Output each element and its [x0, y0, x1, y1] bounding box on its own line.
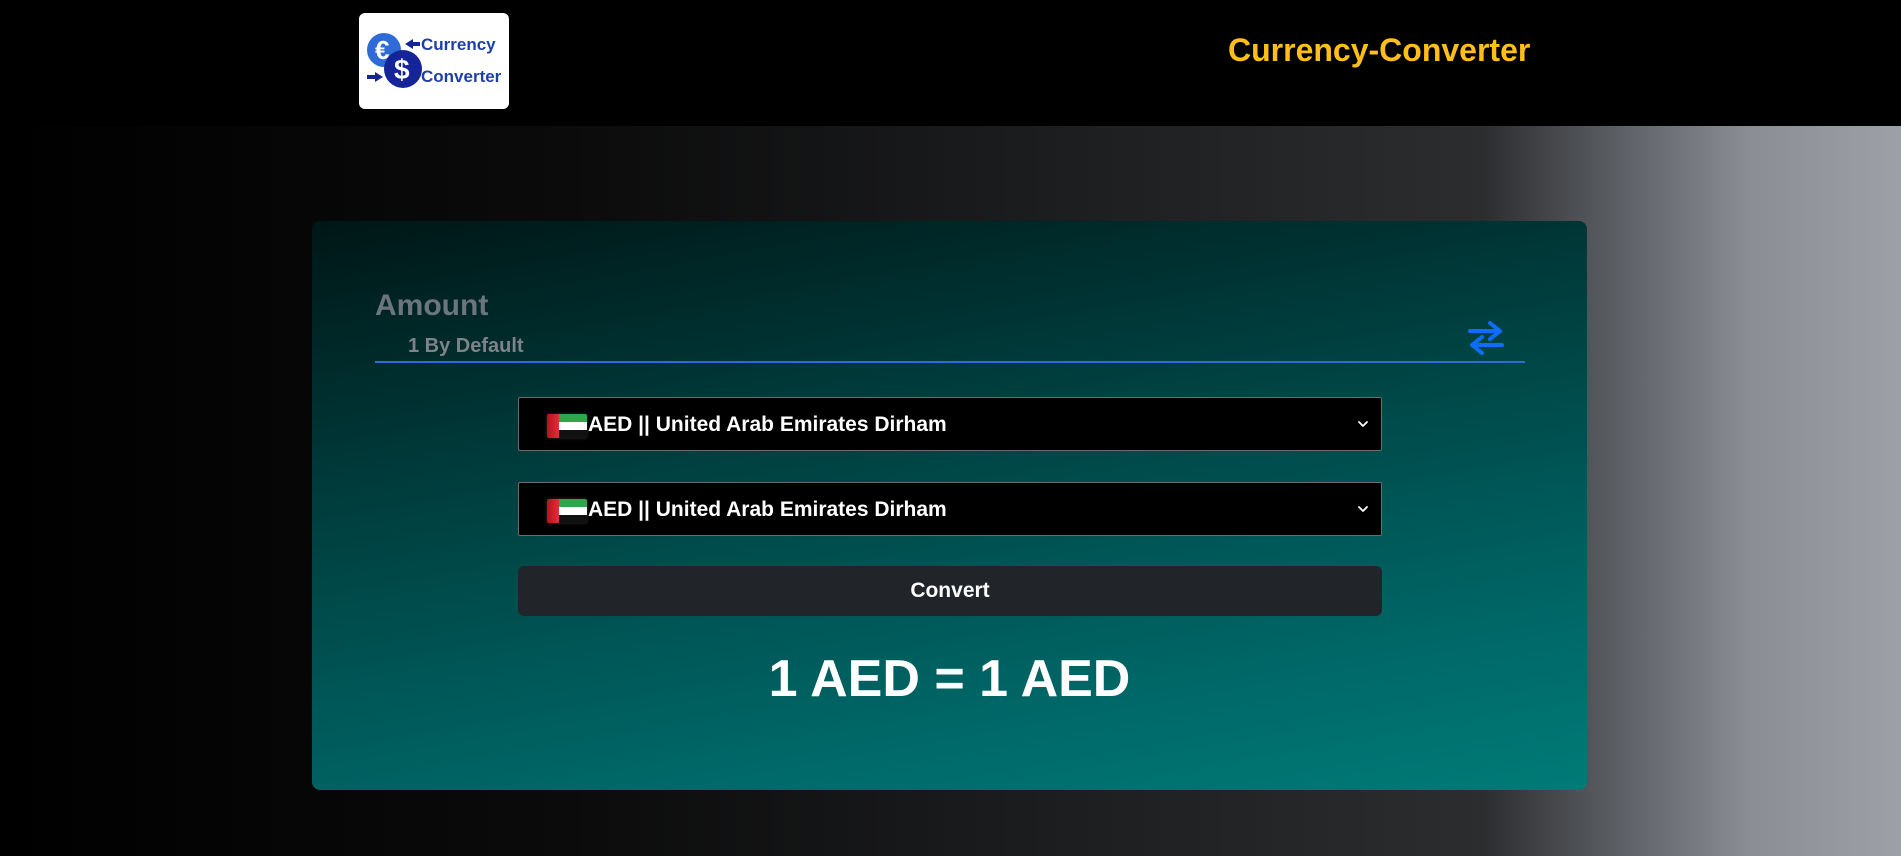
- top-navbar: € $ Currency Converter Currency-Converte…: [0, 0, 1901, 126]
- uae-flag-icon: [547, 414, 587, 438]
- site-title[interactable]: Currency-Converter: [1228, 32, 1530, 69]
- currency-logo-icon: € $: [367, 33, 422, 88]
- converter-card: Amount 1 By Default AED || United Arab E…: [312, 221, 1587, 790]
- to-currency-value: AED || United Arab Emirates Dirham: [588, 498, 947, 521]
- logo-text-converter: Converter: [421, 67, 502, 86]
- convert-button[interactable]: Convert: [518, 566, 1382, 616]
- swap-arrows-icon: [1468, 321, 1504, 355]
- from-currency-value: AED || United Arab Emirates Dirham: [588, 413, 947, 436]
- conversion-result: 1 AED = 1 AED: [768, 650, 1131, 708]
- svg-text:$: $: [394, 54, 410, 85]
- from-currency-select[interactable]: AED || United Arab Emirates Dirham: [518, 397, 1382, 451]
- amount-label: Amount: [375, 289, 489, 322]
- swap-currencies-button[interactable]: [1464, 316, 1508, 360]
- to-currency-select[interactable]: AED || United Arab Emirates Dirham: [518, 482, 1382, 536]
- amount-placeholder: 1 By Default: [408, 335, 524, 357]
- chevron-down-icon: [1358, 421, 1368, 427]
- uae-flag-icon: [547, 499, 587, 523]
- currency-converter-logo[interactable]: € $ Currency Converter: [359, 13, 509, 109]
- chevron-down-icon: [1358, 506, 1368, 512]
- amount-input[interactable]: 1 By Default: [375, 327, 1525, 363]
- logo-text-currency: Currency: [421, 35, 496, 54]
